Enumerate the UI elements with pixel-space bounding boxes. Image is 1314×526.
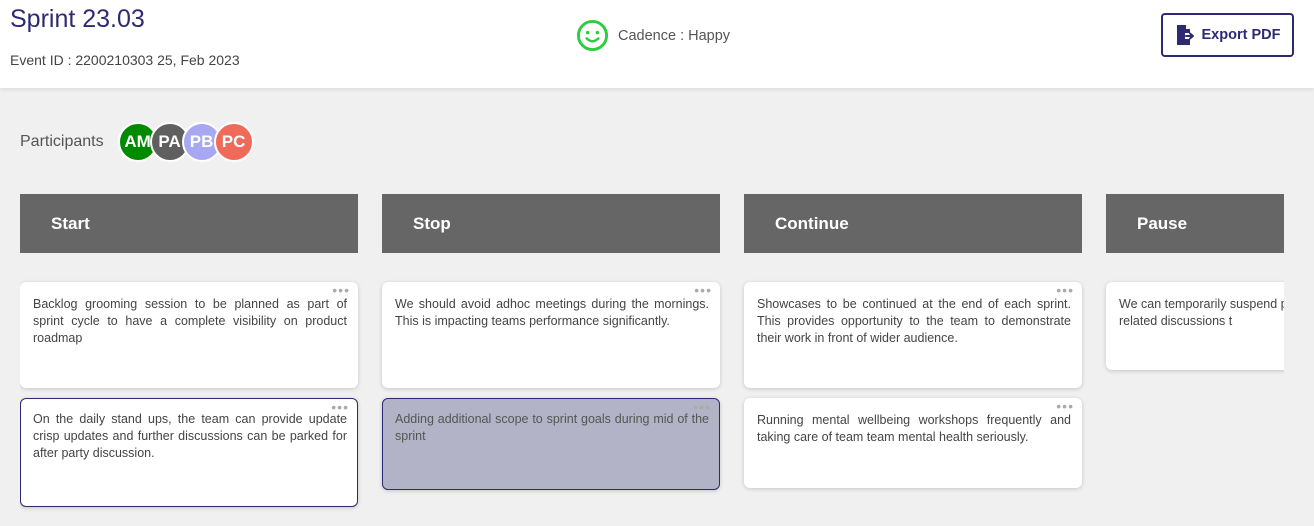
column-header: Stop [382, 194, 720, 253]
card-text: We should avoid adhoc meetings during th… [395, 297, 709, 328]
retro-board: Start ••• Backlog grooming session to be… [20, 194, 1284, 526]
avatar-initials: AM [124, 132, 151, 151]
retro-card[interactable]: ••• We should avoid adhoc meetings durin… [382, 282, 720, 388]
page-title: Sprint 23.03 [10, 5, 145, 33]
column-pause: Pause ••• We can temporarily suspend pro… [1106, 194, 1284, 370]
column-header: Pause [1106, 194, 1284, 253]
cadence-label: Cadence : Happy [618, 27, 731, 44]
retro-card[interactable]: ••• Backlog grooming session to be plann… [20, 282, 358, 388]
card-text: Backlog grooming session to be planned a… [33, 297, 347, 345]
cadence-indicator: Cadence : Happy [576, 19, 730, 52]
card-text: On the daily stand ups, the team can pro… [33, 412, 347, 460]
retro-card[interactable]: ••• Adding additional scope to sprint go… [382, 398, 720, 490]
card-menu-icon[interactable]: ••• [693, 400, 711, 414]
avatar-initials: PC [221, 132, 246, 151]
participants-label: Participants [20, 133, 104, 150]
column-start: Start ••• Backlog grooming session to be… [20, 194, 358, 507]
card-text: Showcases to be continued at the end of … [757, 297, 1071, 345]
card-menu-icon[interactable]: ••• [1056, 283, 1074, 297]
column-header: Start [20, 194, 358, 253]
page-header: Sprint 23.03 Event ID : 2200210303 25, F… [0, 0, 1314, 88]
card-text: Running mental wellbeing workshops frequ… [757, 413, 1071, 444]
card-menu-icon[interactable]: ••• [694, 283, 712, 297]
event-info: Event ID : 2200210303 25, Feb 2023 [10, 52, 240, 68]
retro-card[interactable]: ••• We can temporarily suspend product r… [1106, 282, 1284, 370]
export-pdf-button[interactable]: Export PDF [1161, 13, 1294, 57]
avatar-initials: PB [189, 132, 214, 151]
column-header: Continue [744, 194, 1082, 253]
card-text: We can temporarily suspend product relat… [1119, 297, 1284, 328]
column-stop: Stop ••• We should avoid adhoc meetings … [382, 194, 720, 490]
avatar-initials: PA [158, 132, 181, 151]
smiley-icon [576, 19, 609, 52]
file-export-icon [1176, 25, 1194, 45]
export-pdf-label: Export PDF [1201, 27, 1281, 43]
card-menu-icon[interactable]: ••• [331, 400, 349, 414]
participants-section: Participants AM PA PB PC [20, 122, 254, 162]
column-continue: Continue ••• Showcases to be continued a… [744, 194, 1082, 488]
card-menu-icon[interactable]: ••• [332, 283, 350, 297]
card-menu-icon[interactable]: ••• [1056, 399, 1074, 413]
retro-card[interactable]: ••• Running mental wellbeing workshops f… [744, 398, 1082, 488]
retro-card[interactable]: ••• Showcases to be continued at the end… [744, 282, 1082, 388]
card-text: Adding additional scope to sprint goals … [395, 412, 709, 443]
retro-card[interactable]: ••• On the daily stand ups, the team can… [20, 398, 358, 507]
avatar[interactable]: PC [213, 122, 254, 162]
